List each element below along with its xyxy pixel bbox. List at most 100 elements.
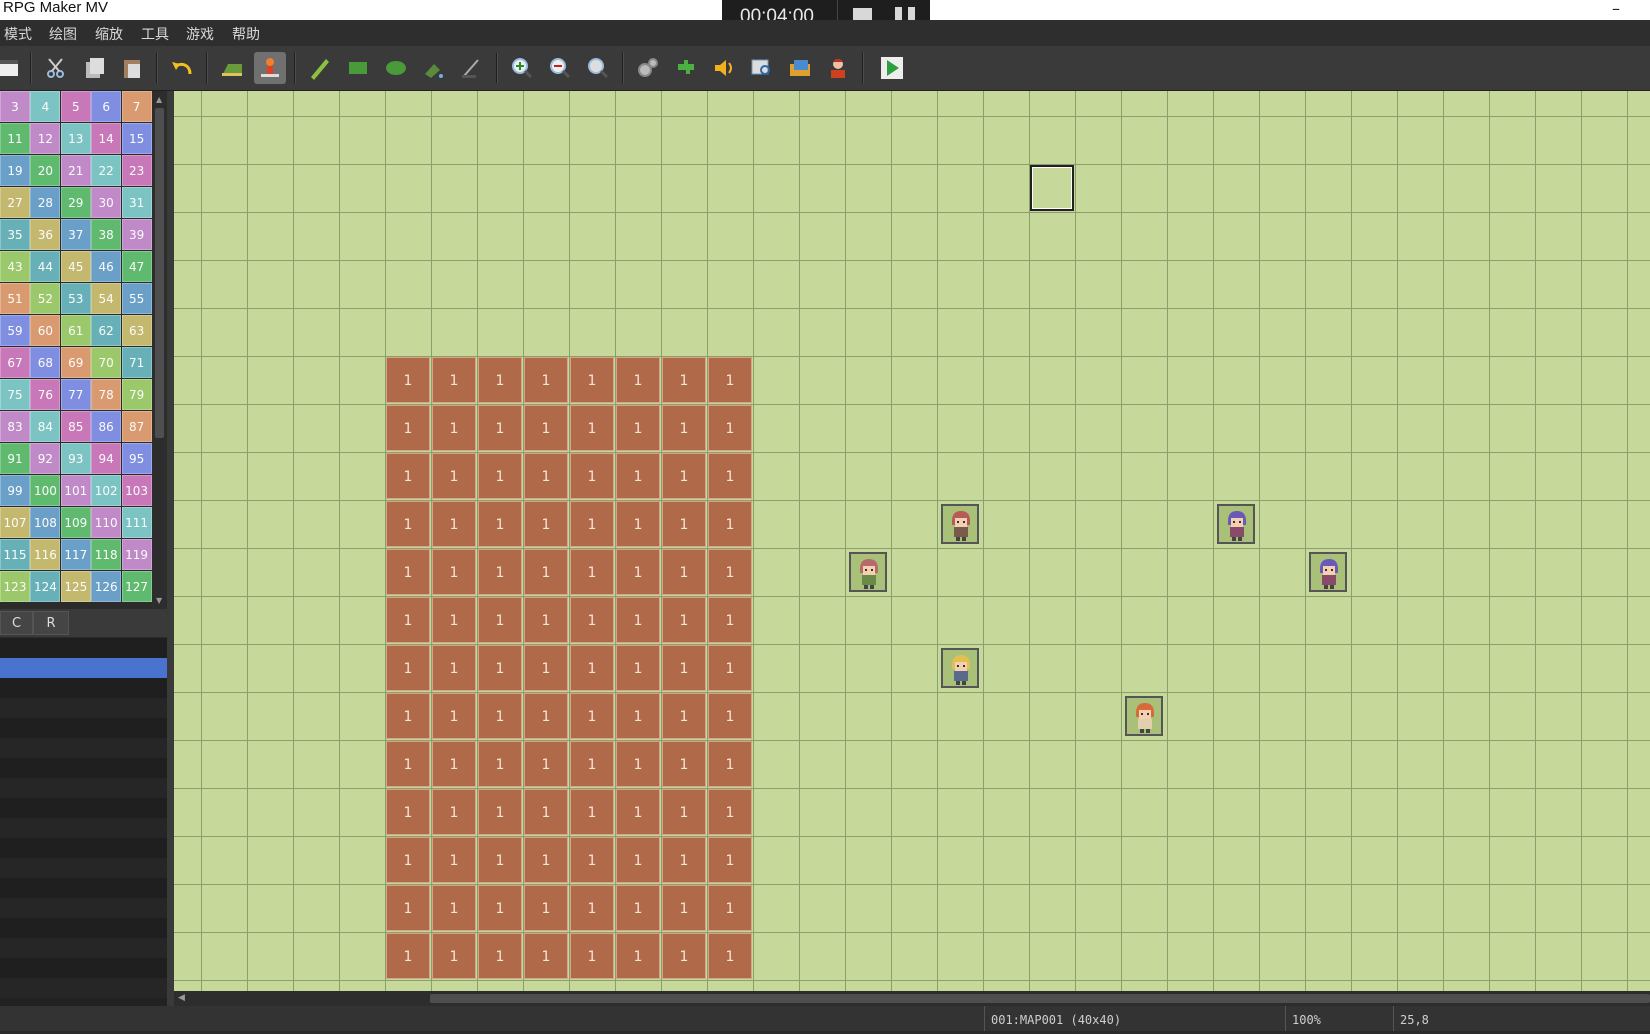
region-cell[interactable]: 85 <box>60 411 91 442</box>
region-cell[interactable]: 13 <box>60 123 91 154</box>
region-tile[interactable]: 1 <box>386 885 430 931</box>
region-cell[interactable]: 84 <box>30 411 61 442</box>
region-tile[interactable]: 1 <box>386 597 430 643</box>
region-cell[interactable]: 23 <box>121 155 152 186</box>
region-cell[interactable]: 118 <box>91 539 122 570</box>
region-cell[interactable]: 12 <box>30 123 61 154</box>
region-tile[interactable]: 1 <box>616 597 660 643</box>
region-cell[interactable]: 123 <box>0 571 30 602</box>
region-tile[interactable]: 1 <box>524 597 568 643</box>
region-tile[interactable]: 1 <box>524 357 568 403</box>
region-tile[interactable]: 1 <box>570 549 614 595</box>
region-tile[interactable]: 1 <box>662 501 706 547</box>
map-list-item[interactable] <box>0 918 167 938</box>
region-tile[interactable]: 1 <box>386 789 430 835</box>
map-list-item[interactable] <box>0 718 167 738</box>
region-cell[interactable]: 4 <box>30 91 61 122</box>
region-tile[interactable]: 1 <box>478 405 522 451</box>
region-cell[interactable]: 14 <box>91 123 122 154</box>
region-tile[interactable]: 1 <box>432 645 476 691</box>
save-button[interactable] <box>0 52 24 84</box>
region-tile[interactable]: 1 <box>570 453 614 499</box>
actual-size-button[interactable] <box>582 52 614 84</box>
region-cell[interactable]: 31 <box>121 187 152 218</box>
region-tile[interactable]: 1 <box>386 837 430 883</box>
region-tile[interactable]: 1 <box>432 405 476 451</box>
tab-r[interactable]: R <box>33 611 69 635</box>
event-character-icon[interactable] <box>849 552 887 592</box>
region-cell[interactable]: 54 <box>91 283 122 314</box>
region-cell[interactable]: 93 <box>60 443 91 474</box>
undo-button[interactable] <box>166 52 198 84</box>
region-tile[interactable]: 1 <box>524 789 568 835</box>
region-cell[interactable]: 39 <box>121 219 152 250</box>
map-list-item[interactable] <box>0 638 167 658</box>
region-tile[interactable]: 1 <box>432 885 476 931</box>
region-tile[interactable]: 1 <box>386 357 430 403</box>
region-tile[interactable]: 1 <box>708 357 752 403</box>
region-tile[interactable]: 1 <box>524 741 568 787</box>
map-list-item[interactable] <box>0 898 167 918</box>
character-generator-button[interactable] <box>822 52 854 84</box>
region-tile[interactable]: 1 <box>570 357 614 403</box>
region-cell[interactable]: 20 <box>30 155 61 186</box>
copy-button[interactable] <box>78 52 110 84</box>
region-tile[interactable]: 1 <box>662 933 706 979</box>
region-cell[interactable]: 68 <box>30 347 61 378</box>
region-cell[interactable]: 117 <box>60 539 91 570</box>
menu-tools[interactable]: 工具 <box>141 24 169 44</box>
region-tile[interactable]: 1 <box>524 885 568 931</box>
region-tile[interactable]: 1 <box>616 405 660 451</box>
region-cell[interactable]: 124 <box>30 571 61 602</box>
event-searcher-button[interactable] <box>746 52 778 84</box>
region-tile[interactable]: 1 <box>432 453 476 499</box>
region-tile[interactable]: 1 <box>432 741 476 787</box>
tab-c[interactable]: C <box>0 611 33 635</box>
region-cell[interactable]: 7 <box>121 91 152 122</box>
paste-button[interactable] <box>116 52 148 84</box>
zoom-out-button[interactable] <box>544 52 576 84</box>
region-tile[interactable]: 1 <box>708 405 752 451</box>
map-list-item[interactable] <box>0 798 167 818</box>
region-cell[interactable]: 103 <box>121 475 152 506</box>
menu-help[interactable]: 帮助 <box>232 24 260 44</box>
region-tile[interactable]: 1 <box>524 549 568 595</box>
region-cell[interactable]: 29 <box>60 187 91 218</box>
region-cell[interactable]: 63 <box>121 315 152 346</box>
region-cell[interactable]: 92 <box>30 443 61 474</box>
region-tile[interactable]: 1 <box>478 693 522 739</box>
event-character-icon[interactable] <box>941 648 979 688</box>
region-tile[interactable]: 1 <box>662 645 706 691</box>
region-cell[interactable]: 15 <box>121 123 152 154</box>
region-tile[interactable]: 1 <box>616 549 660 595</box>
region-cell[interactable]: 5 <box>60 91 91 122</box>
region-cell[interactable]: 95 <box>121 443 152 474</box>
region-cell[interactable]: 3 <box>0 91 30 122</box>
region-cell[interactable]: 116 <box>30 539 61 570</box>
region-tile[interactable]: 1 <box>662 405 706 451</box>
region-tile[interactable]: 1 <box>616 357 660 403</box>
region-tile[interactable]: 1 <box>432 837 476 883</box>
rectangle-button[interactable] <box>342 52 374 84</box>
menu-mode[interactable]: 模式 <box>4 24 32 44</box>
region-tile[interactable]: 1 <box>708 501 752 547</box>
region-tile[interactable]: 1 <box>708 789 752 835</box>
region-tile[interactable]: 1 <box>616 693 660 739</box>
region-cell[interactable]: 83 <box>0 411 30 442</box>
region-cell[interactable]: 109 <box>60 507 91 538</box>
region-tile[interactable]: 1 <box>570 405 614 451</box>
region-cell[interactable]: 111 <box>121 507 152 538</box>
region-cell[interactable]: 107 <box>0 507 30 538</box>
region-cell[interactable]: 44 <box>30 251 61 282</box>
region-cell[interactable]: 22 <box>91 155 122 186</box>
region-cell[interactable]: 76 <box>30 379 61 410</box>
region-cell[interactable]: 21 <box>60 155 91 186</box>
map-list-item[interactable] <box>0 698 167 718</box>
region-cell[interactable]: 28 <box>30 187 61 218</box>
region-cell[interactable]: 37 <box>60 219 91 250</box>
region-tile[interactable]: 1 <box>432 597 476 643</box>
database-button[interactable] <box>632 52 664 84</box>
map-list-item[interactable] <box>0 878 167 898</box>
menu-scale[interactable]: 缩放 <box>95 24 123 44</box>
map-list-item[interactable] <box>0 938 167 958</box>
